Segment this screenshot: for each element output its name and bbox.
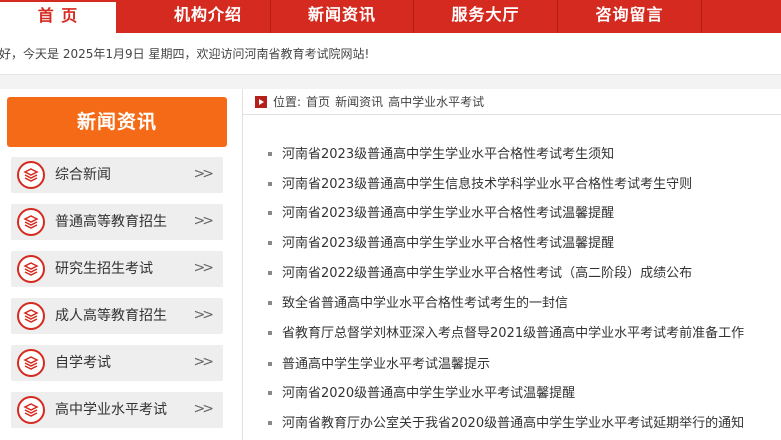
news-item[interactable]: 河南省2023级普通高中学生信息技术学科学业水平合格性考试考生守则 [268,174,781,196]
news-item[interactable]: 省教育厅总督学刘林亚深入考点督导2021级普通高中学业水平考试考前准备工作 [268,323,781,345]
sidebar-item-label: 自学考试 [55,355,111,371]
sidebar-item-self-study-exam[interactable]: 自学考试 >> [11,345,223,381]
news-title[interactable]: 河南省2023级普通高中学生学业水平合格性考试考生须知 [282,147,614,162]
double-chevron-right-icon: >> [193,354,215,370]
sidebar-item-label: 研究生招生考试 [55,261,153,277]
arrow-box-icon [255,96,267,108]
news-title[interactable]: 河南省2022级普通高中学生学业水平合格性考试（高二阶段）成绩公布 [282,266,692,281]
news-title[interactable]: 河南省教育厅办公室关于我省2020级普通高中学生学业水平考试延期举行的通知 [282,416,744,431]
breadcrumb-current[interactable]: 高中学业水平考试 [388,95,484,109]
sidebar-item-general-news[interactable]: 综合新闻 >> [11,157,223,193]
news-item[interactable]: 河南省2023级普通高中学生学业水平合格性考试温馨提醒 [268,203,781,225]
layers-icon [17,349,45,377]
square-bullet-icon [268,181,272,186]
welcome-text: 您好，今天是 2025年1月9日 星期四，欢迎访问河南省教育考试院网站! [0,47,370,61]
breadcrumb-prefix: 位置: [273,95,302,109]
top-nav: 首 页 机构介绍 新闻资讯 服务大厅 咨询留言 [0,0,781,33]
sidebar-item-highschool-exam[interactable]: 高中学业水平考试 >> [11,392,223,428]
breadcrumb-home[interactable]: 首页 [306,95,330,109]
nav-consult[interactable]: 咨询留言 [558,0,701,33]
breadcrumb-news[interactable]: 新闻资讯 [335,95,383,109]
square-bullet-icon [268,361,272,366]
news-item[interactable]: 普通高中学生学业水平考试温馨提示 [268,354,781,376]
double-chevron-right-icon: >> [193,213,215,229]
news-title[interactable]: 普通高中学生学业水平考试温馨提示 [282,357,490,372]
layers-icon [17,208,45,236]
news-title[interactable]: 河南省2023级普通高中学生学业水平合格性考试温馨提醒 [282,206,614,221]
sidebar-item-label: 普通高等教育招生 [55,214,167,230]
news-item[interactable]: 河南省2020级普通高中学生学业水平考试温馨提醒 [268,383,781,405]
breadcrumb-text: 位置: 首页 新闻资讯 高中学业水平考试 [273,89,489,115]
layers-icon [17,255,45,283]
square-bullet-icon [268,420,272,425]
sidebar-item-label: 成人高等教育招生 [55,308,167,324]
news-title[interactable]: 河南省2023级普通高中学生信息技术学科学业水平合格性考试考生守则 [282,177,692,192]
sidebar-item-undergrad-admission[interactable]: 普通高等教育招生 >> [11,204,223,240]
square-bullet-icon [268,151,272,156]
nav-services[interactable]: 服务大厅 [414,0,557,33]
nav-separator [701,0,702,33]
sidebar-title: 新闻资讯 [7,97,227,147]
news-title[interactable]: 河南省2023级普通高中学生学业水平合格性考试温馨提醒 [282,236,614,251]
section-gap [0,75,781,89]
square-bullet-icon [268,240,272,245]
content-divider [242,89,243,440]
nav-home[interactable]: 首 页 [0,0,116,33]
sidebar-item-adult-admission[interactable]: 成人高等教育招生 >> [11,298,223,334]
news-item[interactable]: 河南省2023级普通高中学生学业水平合格性考试考生须知 [268,144,781,166]
square-bullet-icon [268,300,272,305]
news-title[interactable]: 河南省2020级普通高中学生学业水平考试温馨提醒 [282,386,575,401]
nav-about[interactable]: 机构介绍 [133,0,283,33]
square-bullet-icon [268,390,272,395]
layers-icon [17,302,45,330]
news-title[interactable]: 致全省普通高中学业水平合格性考试考生的一封信 [282,296,568,311]
square-bullet-icon [268,270,272,275]
news-item[interactable]: 河南省教育厅办公室关于我省2020级普通高中学生学业水平考试延期举行的通知 [268,413,781,435]
nav-news[interactable]: 新闻资讯 [271,0,413,33]
square-bullet-icon [268,210,272,215]
breadcrumb: 位置: 首页 新闻资讯 高中学业水平考试 [243,89,781,115]
sidebar-item-label: 高中学业水平考试 [55,402,167,418]
double-chevron-right-icon: >> [193,166,215,182]
layers-icon [17,161,45,189]
sidebar-item-graduate-exam[interactable]: 研究生招生考试 >> [11,251,223,287]
double-chevron-right-icon: >> [193,260,215,276]
news-title[interactable]: 省教育厅总督学刘林亚深入考点督导2021级普通高中学业水平考试考前准备工作 [282,326,744,341]
sidebar-item-label: 综合新闻 [55,167,111,183]
layers-icon [17,396,45,424]
welcome-bar: 您好，今天是 2025年1月9日 星期四，欢迎访问河南省教育考试院网站! [0,33,781,75]
news-item[interactable]: 致全省普通高中学业水平合格性考试考生的一封信 [268,293,781,315]
double-chevron-right-icon: >> [193,307,215,323]
news-item[interactable]: 河南省2022级普通高中学生学业水平合格性考试（高二阶段）成绩公布 [268,263,781,285]
news-item[interactable]: 河南省2023级普通高中学生学业水平合格性考试温馨提醒 [268,233,781,255]
double-chevron-right-icon: >> [193,401,215,417]
square-bullet-icon [268,330,272,335]
